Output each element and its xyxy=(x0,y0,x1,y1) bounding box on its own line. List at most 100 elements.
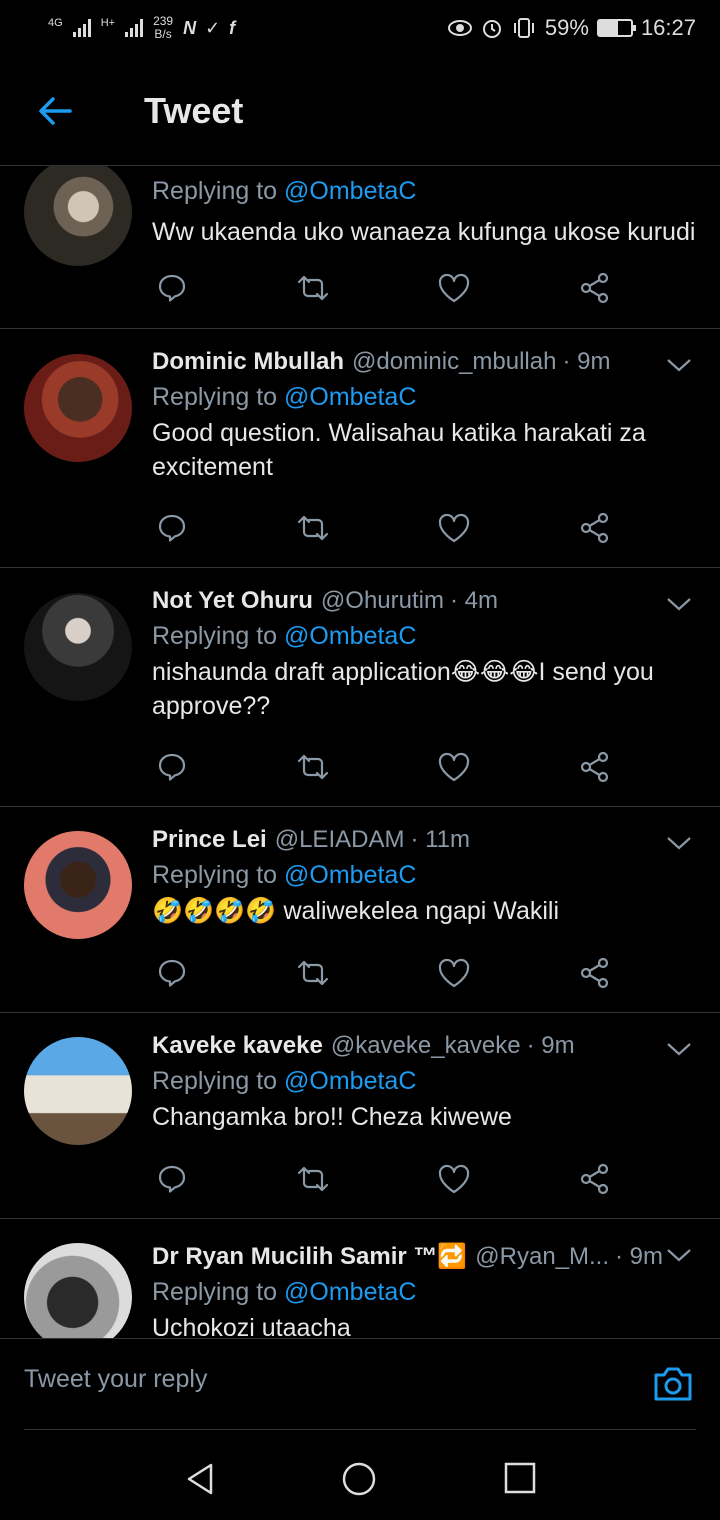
net-speed: 239 B/s xyxy=(153,15,173,41)
author-handle[interactable]: @Ryan_M... xyxy=(475,1241,609,1273)
tweet-item[interactable]: Not Yet Ohuru @Ohurutim · 4m Replying to… xyxy=(0,568,720,807)
nav-home-icon[interactable] xyxy=(342,1462,376,1496)
back-button[interactable] xyxy=(0,56,110,166)
tweet-item[interactable]: Kaveke kaveke @kaveke_kaveke · 9m Replyi… xyxy=(0,1013,720,1219)
tweet-item[interactable]: Prince Lei @LEIADAM · 11m Replying to @O… xyxy=(0,807,720,1013)
reply-icon xyxy=(158,274,186,302)
reply-icon xyxy=(158,753,186,781)
author-name[interactable]: Kaveke kaveke xyxy=(152,1030,323,1062)
retweet-button[interactable] xyxy=(293,508,333,548)
author-name[interactable]: Dominic Mbullah xyxy=(152,346,344,378)
avatar[interactable] xyxy=(24,166,132,266)
like-button[interactable] xyxy=(434,1159,474,1199)
status-bar: 4G H+ 239 B/s N ✓ f 59% 16:27 xyxy=(0,0,720,56)
replying-prefix: Replying to xyxy=(152,383,285,411)
tweet-time: · 4m xyxy=(449,587,498,614)
share-button[interactable] xyxy=(575,508,615,548)
chevron-down-icon[interactable] xyxy=(666,1247,692,1263)
author-name[interactable]: Dr Ryan Mucilih Samir ™🔁 xyxy=(152,1241,467,1273)
tweet-time: · 11m xyxy=(410,826,471,853)
avatar[interactable] xyxy=(24,593,132,701)
tweet-text: nishaunda draft application😂😂😂I send you… xyxy=(152,658,654,720)
share-icon xyxy=(580,751,609,783)
like-icon xyxy=(438,273,470,303)
replying-to: Replying to @OmbetaC xyxy=(152,1062,696,1100)
share-icon xyxy=(580,957,609,989)
reply-feed[interactable]: Replying to @OmbetaC Ww ukaenda uko wana… xyxy=(0,166,720,1338)
author-handle[interactable]: @LEIADAM xyxy=(275,824,405,856)
retweet-button[interactable] xyxy=(293,747,333,787)
replying-handle[interactable]: @OmbetaC xyxy=(284,1067,416,1095)
tweet-header: Dominic Mbullah @dominic_mbullah · 9m xyxy=(152,346,696,378)
chevron-down-icon[interactable] xyxy=(666,596,692,612)
reply-button[interactable] xyxy=(152,1159,192,1199)
author-name[interactable]: Not Yet Ohuru xyxy=(152,585,313,617)
replying-handle[interactable]: @OmbetaC xyxy=(284,1278,416,1306)
page-title: Tweet xyxy=(144,89,244,131)
tweet-item[interactable]: Dr Ryan Mucilih Samir ™🔁 @Ryan_M... · 9m… xyxy=(0,1219,720,1338)
share-button[interactable] xyxy=(575,1159,615,1199)
replying-prefix: Replying to xyxy=(152,622,285,650)
avatar[interactable] xyxy=(24,831,132,939)
replying-prefix: Replying to xyxy=(152,1278,285,1306)
like-icon xyxy=(438,1164,470,1194)
tweet-time: · 9m xyxy=(562,348,611,375)
replying-prefix: Replying to xyxy=(152,861,285,889)
replying-handle[interactable]: @OmbetaC xyxy=(284,861,416,889)
replying-to: Replying to @OmbetaC xyxy=(152,617,696,655)
reply-button[interactable] xyxy=(152,747,192,787)
like-button[interactable] xyxy=(434,508,474,548)
author-handle[interactable]: @dominic_mbullah xyxy=(352,346,556,378)
tweet-header: Prince Lei @LEIADAM · 11m xyxy=(152,824,696,856)
reply-button[interactable] xyxy=(152,953,192,993)
chevron-down-icon[interactable] xyxy=(666,835,692,851)
tweet-text: Changamka bro!! Cheza kiwewe xyxy=(152,1103,512,1131)
chevron-down-icon[interactable] xyxy=(666,1041,692,1057)
tweet-actions xyxy=(152,268,632,308)
author-handle[interactable]: @kaveke_kaveke xyxy=(331,1030,521,1062)
tweet-time: · 9m xyxy=(615,1243,664,1270)
like-button[interactable] xyxy=(434,747,474,787)
retweet-icon xyxy=(297,754,329,780)
replying-handle[interactable]: @OmbetaC xyxy=(284,622,416,650)
share-button[interactable] xyxy=(575,268,615,308)
author-name[interactable]: Prince Lei xyxy=(152,824,267,856)
avatar[interactable] xyxy=(24,354,132,462)
like-icon xyxy=(438,752,470,782)
avatar[interactable] xyxy=(24,1243,132,1338)
retweet-button[interactable] xyxy=(293,1159,333,1199)
signal2-icon xyxy=(125,19,144,37)
nav-recents-icon[interactable] xyxy=(504,1462,536,1494)
share-button[interactable] xyxy=(575,953,615,993)
share-icon xyxy=(580,512,609,544)
chevron-down-icon[interactable] xyxy=(666,357,692,373)
tweet-item[interactable]: Dominic Mbullah @dominic_mbullah · 9m Re… xyxy=(0,329,720,568)
like-button[interactable] xyxy=(434,953,474,993)
retweet-icon xyxy=(297,515,329,541)
camera-icon[interactable] xyxy=(652,1365,694,1403)
tweet-text: Ww ukaenda uko wanaeza kufunga ukose kur… xyxy=(152,218,696,246)
author-handle[interactable]: @Ohurutim xyxy=(321,585,444,617)
reply-button[interactable] xyxy=(152,508,192,548)
retweet-button[interactable] xyxy=(293,953,333,993)
avatar[interactable] xyxy=(24,1037,132,1145)
replying-handle[interactable]: @OmbetaC xyxy=(284,383,416,411)
replying-handle[interactable]: @OmbetaC xyxy=(284,177,416,205)
reply-input[interactable]: Tweet your reply xyxy=(24,1365,207,1394)
share-icon xyxy=(580,1163,609,1195)
retweet-icon xyxy=(297,960,329,986)
like-button[interactable] xyxy=(434,268,474,308)
retweet-button[interactable] xyxy=(293,268,333,308)
reply-icon xyxy=(158,1165,186,1193)
reply-button[interactable] xyxy=(152,268,192,308)
nav-back-icon[interactable] xyxy=(185,1462,215,1496)
share-button[interactable] xyxy=(575,747,615,787)
like-icon xyxy=(438,513,470,543)
replying-to: Replying to @OmbetaC xyxy=(152,378,696,416)
replying-prefix: Replying to xyxy=(152,1067,285,1095)
tweet-item[interactable]: Replying to @OmbetaC Ww ukaenda uko wana… xyxy=(0,166,720,329)
tweet-actions xyxy=(152,1159,632,1199)
signal-icon xyxy=(72,19,91,37)
tweet-header: Dr Ryan Mucilih Samir ™🔁 @Ryan_M... · 9m xyxy=(152,1241,696,1273)
battery-icon xyxy=(596,19,636,37)
